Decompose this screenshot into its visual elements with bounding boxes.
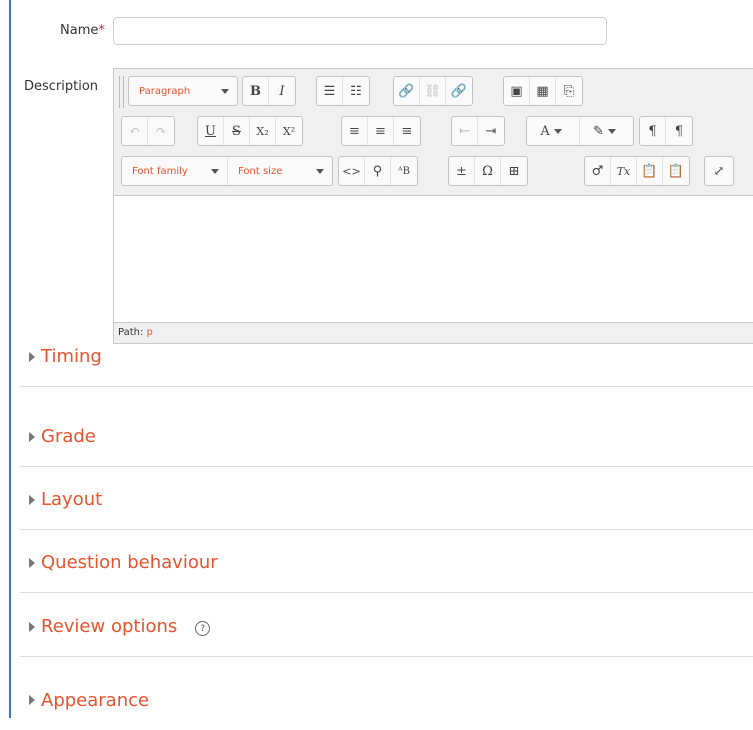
code-icon[interactable]: <>	[339, 157, 365, 185]
bullet-list-icon[interactable]: ☰	[317, 77, 343, 105]
chevron-down-icon	[221, 88, 229, 94]
clear-formatting-icon[interactable]: Tx	[611, 157, 637, 185]
expand-arrow-icon	[29, 494, 35, 505]
media-icon[interactable]: ▦	[530, 77, 556, 105]
manage-files-icon[interactable]: ⎘	[556, 77, 582, 105]
description-editor: Paragraph B I ☰ ☷ 🔗 ⛓ 🔗 ▣ ▦ ⎘ ↶ ↷ U S X₂…	[113, 68, 753, 344]
required-mark: *	[98, 23, 105, 38]
insert-char-icon[interactable]: ±	[449, 157, 475, 185]
block-format-group: Paragraph	[128, 76, 238, 106]
section-grade[interactable]: Grade	[20, 407, 753, 467]
background-color-button[interactable]: ✎	[580, 117, 633, 145]
background-color-icon: ✎	[593, 123, 604, 139]
help-icon[interactable]: ?	[195, 621, 211, 636]
history-group: ↶ ↷	[121, 116, 175, 146]
expand-arrow-icon	[29, 621, 35, 632]
clean-group: ♂ Tx 📋 📋	[584, 156, 690, 186]
text-color-icon: A	[540, 123, 550, 139]
italic-button[interactable]: I	[269, 77, 295, 105]
align-center-icon[interactable]: ≡	[368, 117, 394, 145]
text-style-group: U S X₂ X²	[197, 116, 303, 146]
color-group: A ✎	[526, 116, 634, 146]
section-review-options[interactable]: Review options ?	[20, 597, 753, 657]
editor-content-area[interactable]	[114, 196, 753, 324]
tools-group: <> ⚲ ᴬB	[338, 156, 418, 186]
list-group: ☰ ☷	[316, 76, 370, 106]
anchor-icon[interactable]: 🔗	[446, 77, 472, 105]
chevron-down-icon	[553, 128, 562, 134]
image-icon[interactable]: ▣	[504, 77, 530, 105]
font-family-value: Font family	[132, 165, 188, 177]
unlink-icon[interactable]: ⛓	[420, 77, 446, 105]
section-title: Appearance	[41, 689, 150, 711]
clean-format-icon[interactable]: ♂	[585, 157, 611, 185]
superscript-button[interactable]: X²	[276, 117, 302, 145]
link-icon[interactable]: 🔗	[394, 77, 420, 105]
section-timing[interactable]: Timing	[20, 327, 753, 387]
undo-icon[interactable]: ↶	[122, 117, 148, 145]
spellcheck-icon[interactable]: ᴬB	[391, 157, 417, 185]
block-format-select[interactable]: Paragraph	[129, 77, 237, 105]
numbered-list-icon[interactable]: ☷	[343, 77, 369, 105]
expand-arrow-icon	[29, 695, 35, 705]
name-label: Name*	[60, 23, 105, 38]
font-size-select[interactable]: Font size	[228, 157, 332, 185]
font-size-value: Font size	[238, 165, 283, 177]
outdent-icon[interactable]: ⇤	[452, 117, 478, 145]
bold-button[interactable]: B	[243, 77, 269, 105]
description-label: Description	[24, 79, 99, 94]
section-title: Grade	[41, 426, 96, 447]
section-layout[interactable]: Layout	[20, 470, 753, 530]
chevron-down-icon	[211, 168, 219, 174]
align-group: ≡ ≡ ≡	[341, 116, 421, 146]
redo-icon[interactable]: ↷	[148, 117, 174, 145]
fullscreen-icon[interactable]: ⤢	[705, 157, 733, 185]
text-color-button[interactable]: A	[527, 117, 581, 145]
indent-group: ⇤ ⇥	[451, 116, 505, 146]
omega-icon[interactable]: Ω	[475, 157, 501, 185]
format-group: B I	[242, 76, 296, 106]
section-title: Layout	[41, 489, 103, 510]
strikethrough-button[interactable]: S	[224, 117, 250, 145]
fullscreen-group: ⤢	[704, 156, 734, 186]
expand-arrow-icon	[29, 351, 35, 362]
section-appearance[interactable]: Appearance	[20, 670, 753, 730]
font-group: Font family Font size	[121, 156, 333, 186]
section-title: Timing	[41, 346, 102, 367]
align-right-icon[interactable]: ≡	[394, 117, 420, 145]
ltr-icon[interactable]: ¶	[640, 117, 666, 145]
section-question-behaviour[interactable]: Question behaviour	[20, 533, 753, 593]
indent-icon[interactable]: ⇥	[478, 117, 504, 145]
paste-text-icon[interactable]: 📋	[637, 157, 663, 185]
media-group: ▣ ▦ ⎘	[503, 76, 583, 106]
underline-button[interactable]: U	[198, 117, 224, 145]
subscript-button[interactable]: X₂	[250, 117, 276, 145]
expand-arrow-icon	[29, 557, 35, 568]
section-title: Review options	[41, 616, 178, 637]
page-left-border	[9, 0, 11, 718]
insert-group: ± Ω ⊞	[448, 156, 528, 186]
rtl-icon[interactable]: ¶	[666, 117, 692, 145]
link-group: 🔗 ⛓ 🔗	[393, 76, 473, 106]
editor-toolbar: Paragraph B I ☰ ☷ 🔗 ⛓ 🔗 ▣ ▦ ⎘ ↶ ↷ U S X₂…	[114, 69, 753, 196]
direction-group: ¶ ¶	[639, 116, 693, 146]
expand-arrow-icon	[29, 431, 35, 442]
table-icon[interactable]: ⊞	[501, 157, 527, 185]
align-left-icon[interactable]: ≡	[342, 117, 368, 145]
block-format-value: Paragraph	[139, 85, 191, 97]
name-input[interactable]	[113, 17, 607, 45]
chevron-down-icon	[316, 168, 324, 174]
chevron-down-icon	[607, 128, 616, 134]
font-family-select[interactable]: Font family	[122, 157, 228, 185]
search-icon[interactable]: ⚲	[365, 157, 391, 185]
paste-word-icon[interactable]: 📋	[663, 157, 689, 185]
toolbar-grip-icon	[119, 76, 124, 108]
section-title: Question behaviour	[41, 552, 218, 573]
